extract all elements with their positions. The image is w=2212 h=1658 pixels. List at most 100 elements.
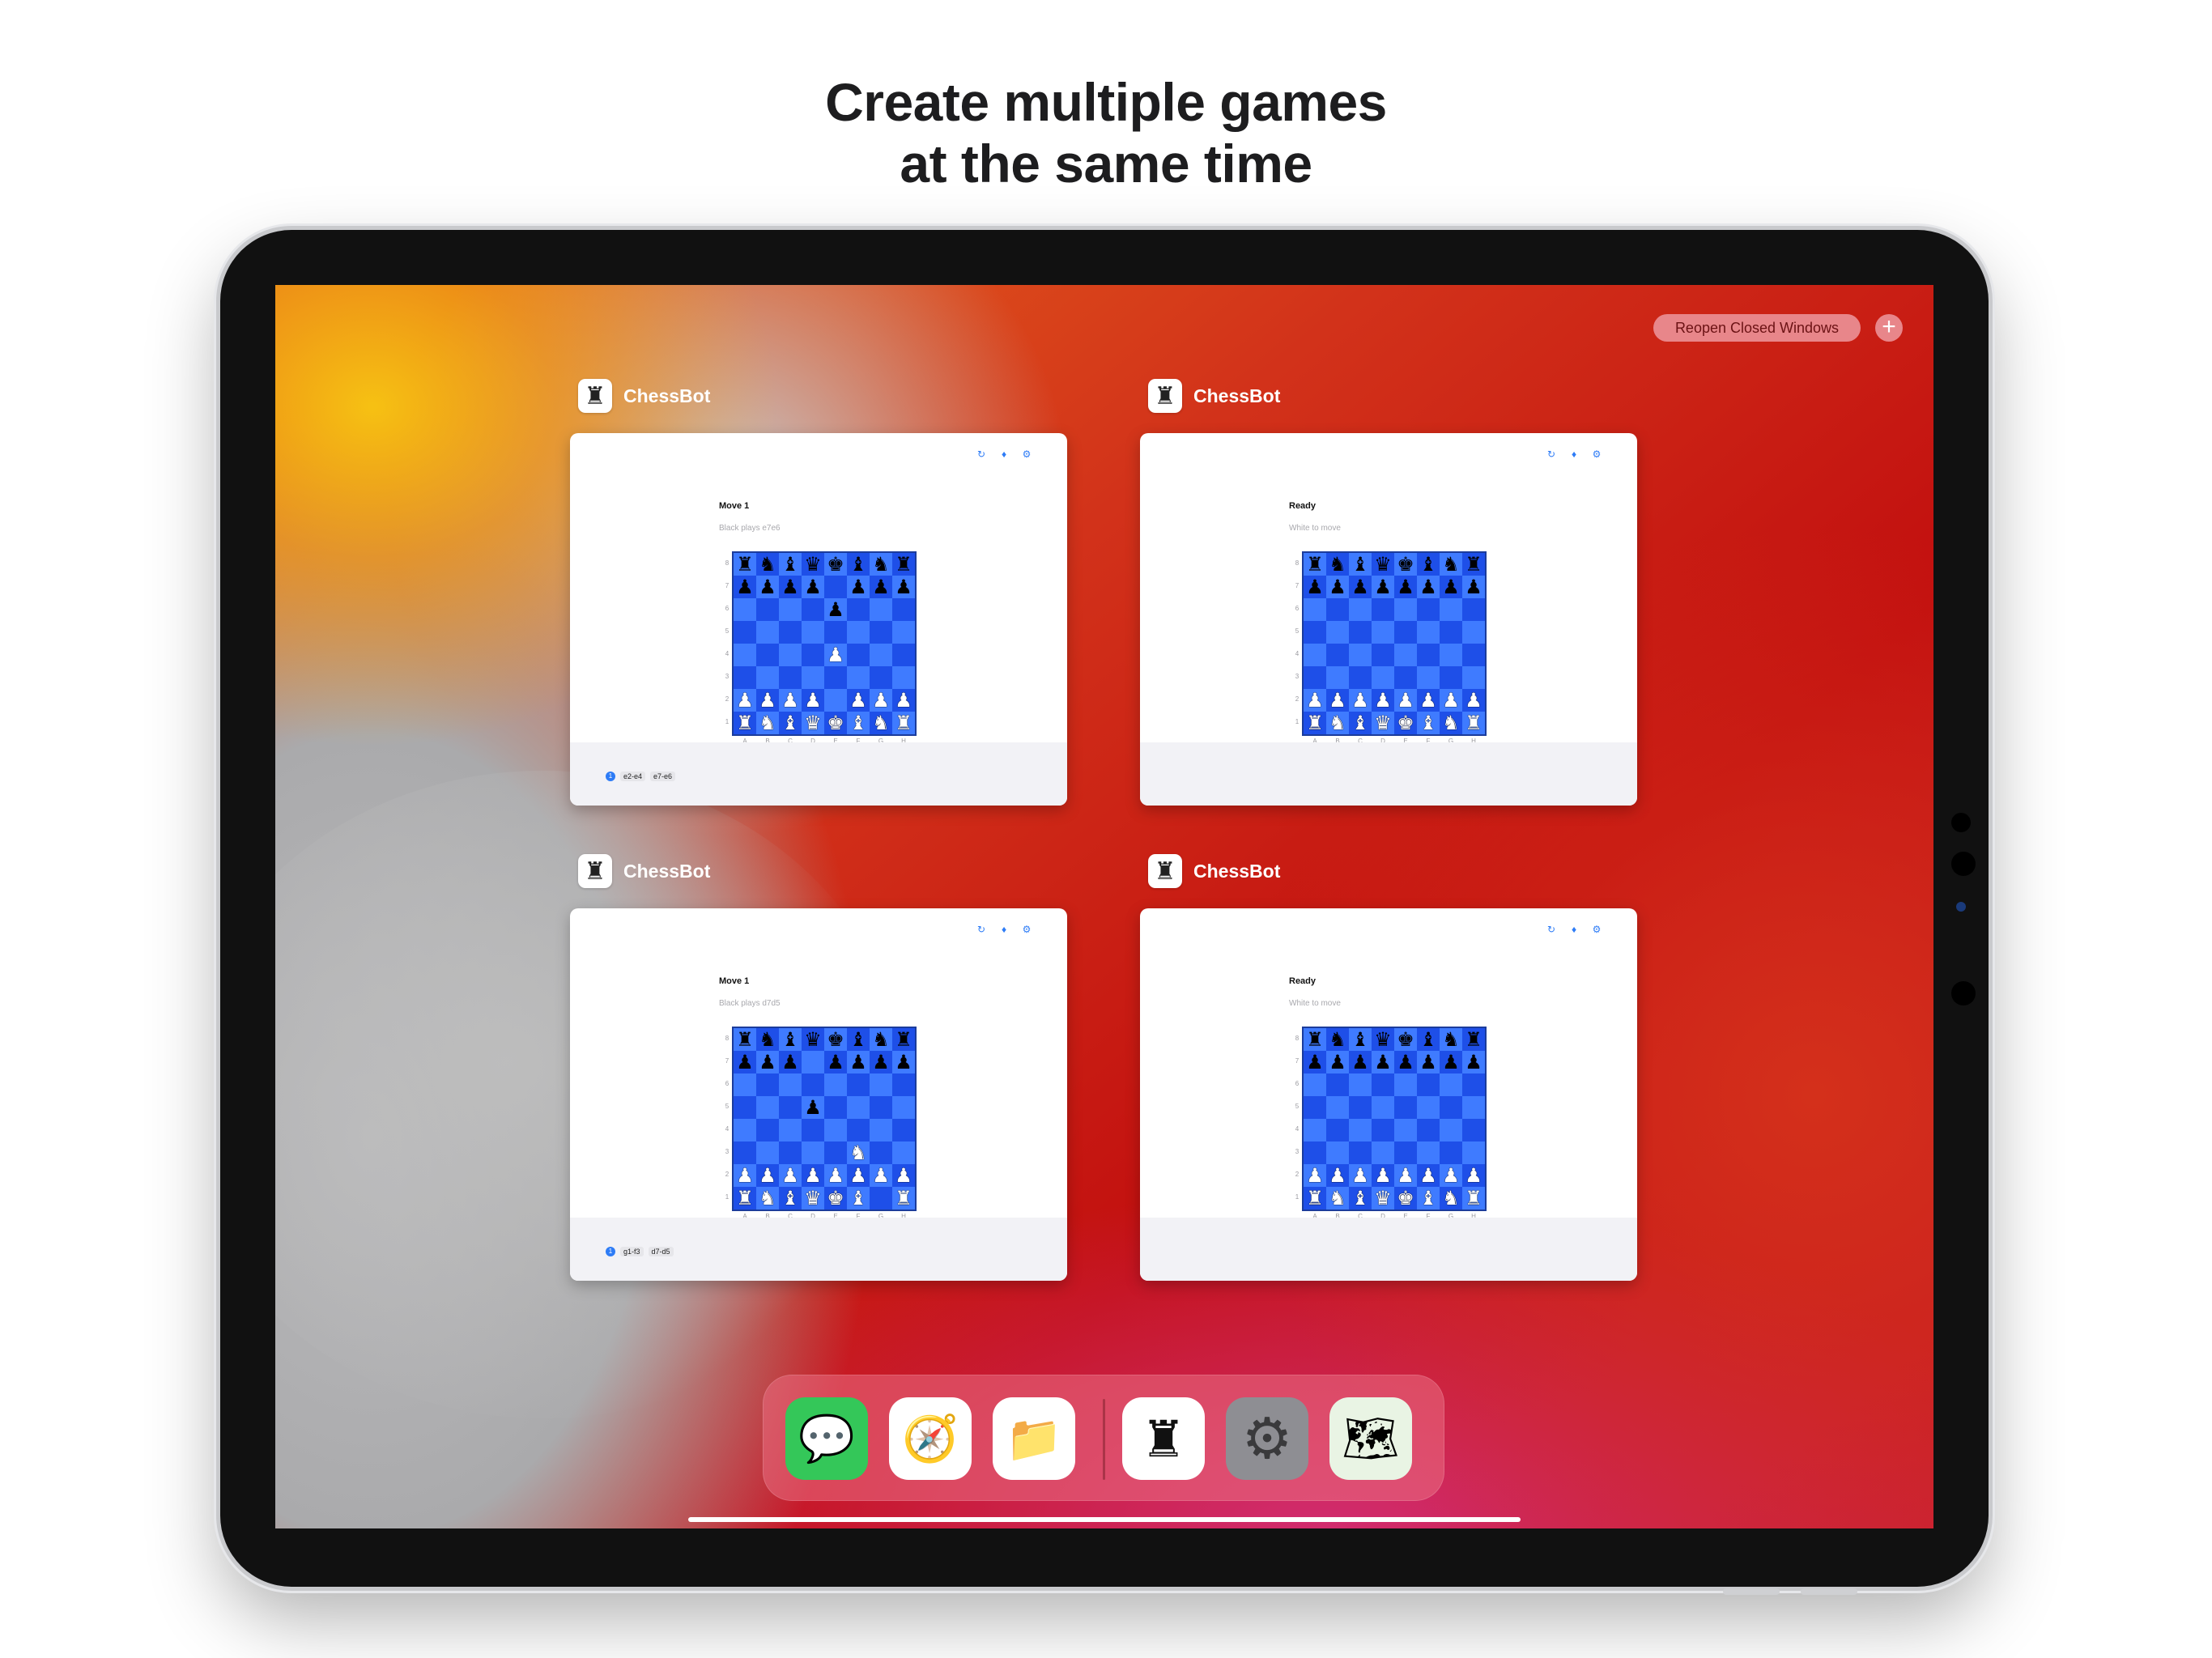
- chess-piece[interactable]: ♝: [1419, 1187, 1437, 1209]
- board-square[interactable]: ♞: [1326, 1187, 1349, 1209]
- window-header[interactable]: ♜ ChessBot: [1148, 378, 1280, 414]
- chess-piece[interactable]: ♞: [1329, 712, 1346, 734]
- board-square[interactable]: [1326, 1141, 1349, 1164]
- board-square[interactable]: [1394, 666, 1417, 689]
- board-square[interactable]: ♟: [1394, 576, 1417, 598]
- chess-piece[interactable]: ♟: [827, 1051, 844, 1073]
- board-square[interactable]: ♚: [824, 712, 847, 734]
- board-square[interactable]: ♜: [734, 712, 756, 734]
- board-square[interactable]: [779, 1119, 802, 1141]
- board-square[interactable]: ♟: [847, 1164, 870, 1187]
- hint-icon[interactable]: ♦: [1569, 449, 1579, 459]
- board-square[interactable]: ♟: [1349, 689, 1372, 712]
- hint-icon[interactable]: ♦: [999, 925, 1009, 934]
- board-square[interactable]: [779, 666, 802, 689]
- board-square[interactable]: [1372, 1096, 1394, 1119]
- chess-piece[interactable]: ♞: [759, 712, 776, 734]
- board-square[interactable]: [892, 1096, 915, 1119]
- chess-piece[interactable]: ♝: [1419, 712, 1437, 734]
- chess-piece[interactable]: ♛: [804, 553, 822, 576]
- board-square[interactable]: ♛: [1372, 1187, 1394, 1209]
- board-square[interactable]: ♞: [1440, 553, 1462, 576]
- board-square[interactable]: ♝: [847, 553, 870, 576]
- chess-piece[interactable]: ♛: [1374, 1187, 1392, 1209]
- board-square[interactable]: ♟: [1440, 1164, 1462, 1187]
- board-square[interactable]: [870, 1073, 892, 1096]
- board-square[interactable]: ♟: [1462, 1164, 1485, 1187]
- board-square[interactable]: ♟: [734, 689, 756, 712]
- chess-piece[interactable]: ♝: [1351, 1028, 1369, 1051]
- chess-piece[interactable]: ♜: [1306, 1187, 1324, 1209]
- board-square[interactable]: ♛: [802, 712, 824, 734]
- board-square[interactable]: ♝: [847, 1187, 870, 1209]
- chess-piece[interactable]: ♚: [827, 553, 844, 576]
- chess-piece[interactable]: ♟: [781, 689, 799, 712]
- board-square[interactable]: ♜: [1304, 1187, 1326, 1209]
- board-square[interactable]: [1372, 598, 1394, 621]
- chess-piece[interactable]: ♚: [827, 712, 844, 734]
- board-square[interactable]: [1349, 666, 1372, 689]
- chess-piece[interactable]: ♟: [849, 1051, 867, 1073]
- settings-gear-icon[interactable]: ⚙: [1592, 925, 1602, 934]
- chess-piece[interactable]: ♟: [804, 576, 822, 598]
- board-square[interactable]: ♚: [1394, 1187, 1417, 1209]
- chess-piece[interactable]: ♞: [872, 712, 890, 734]
- board-square[interactable]: ♟: [756, 1051, 779, 1073]
- board-square[interactable]: ♜: [734, 553, 756, 576]
- board-square[interactable]: ♞: [756, 712, 779, 734]
- board-square[interactable]: ♟: [1394, 689, 1417, 712]
- board-square[interactable]: ♞: [756, 1187, 779, 1209]
- chess-piece[interactable]: ♜: [1306, 1028, 1324, 1051]
- chess-piece[interactable]: ♞: [1442, 553, 1460, 576]
- board-square[interactable]: ♟: [870, 1051, 892, 1073]
- board-square[interactable]: [1417, 644, 1440, 666]
- board-square[interactable]: [756, 666, 779, 689]
- board-square[interactable]: ♟: [847, 576, 870, 598]
- board-square[interactable]: ♚: [824, 1187, 847, 1209]
- messages-icon[interactable]: 💬: [785, 1397, 868, 1480]
- chess-piece[interactable]: ♝: [849, 1187, 867, 1209]
- hint-icon[interactable]: ♦: [1569, 925, 1579, 934]
- chess-piece[interactable]: ♟: [1419, 689, 1437, 712]
- board-square[interactable]: ♚: [1394, 712, 1417, 734]
- chess-piece[interactable]: ♟: [1329, 1164, 1346, 1187]
- chess-piece[interactable]: ♟: [804, 689, 822, 712]
- board-square[interactable]: ♜: [1462, 712, 1485, 734]
- board-square[interactable]: [824, 621, 847, 644]
- chess-piece[interactable]: ♛: [1374, 712, 1392, 734]
- board-square[interactable]: [847, 644, 870, 666]
- chess-piece[interactable]: ♝: [849, 1028, 867, 1051]
- chess-piece[interactable]: ♝: [849, 553, 867, 576]
- board-square[interactable]: ♟: [1372, 1164, 1394, 1187]
- chess-piece[interactable]: ♜: [1465, 1187, 1482, 1209]
- board-square[interactable]: ♟: [1304, 1051, 1326, 1073]
- board-square[interactable]: [756, 598, 779, 621]
- board-square[interactable]: ♟: [1417, 576, 1440, 598]
- board-square[interactable]: ♜: [1462, 553, 1485, 576]
- board-square[interactable]: [824, 1119, 847, 1141]
- game-window[interactable]: ♜ ChessBot ↻ ♦ ⚙ Move 1 Black plays d7d5 8 7 6 5 4 3…: [570, 854, 1067, 1281]
- window-header[interactable]: ♜ ChessBot: [1148, 853, 1280, 889]
- board-square[interactable]: ♝: [1349, 712, 1372, 734]
- board-square[interactable]: ♛: [1372, 1028, 1394, 1051]
- board-square[interactable]: ♟: [802, 689, 824, 712]
- restart-icon[interactable]: ↻: [1546, 925, 1556, 934]
- board-square[interactable]: ♟: [1326, 1051, 1349, 1073]
- board-square[interactable]: [1372, 644, 1394, 666]
- board-square[interactable]: [802, 1141, 824, 1164]
- chess-piece[interactable]: ♟: [736, 1051, 754, 1073]
- board-square[interactable]: ♟: [824, 644, 847, 666]
- board-square[interactable]: ♜: [1304, 553, 1326, 576]
- chess-piece[interactable]: ♜: [1465, 553, 1482, 576]
- game-window[interactable]: ♜ ChessBot ↻ ♦ ⚙ Move 1 Black plays e7e6 8 7 6 5 4 3…: [570, 379, 1067, 806]
- board-square[interactable]: ♛: [802, 553, 824, 576]
- board-square[interactable]: [1304, 621, 1326, 644]
- board-square[interactable]: [802, 1119, 824, 1141]
- chess-piece[interactable]: ♟: [895, 689, 912, 712]
- board-square[interactable]: ♞: [870, 553, 892, 576]
- hint-icon[interactable]: ♦: [999, 449, 1009, 459]
- board-square[interactable]: ♝: [847, 1028, 870, 1051]
- board-square[interactable]: ♞: [1326, 1028, 1349, 1051]
- chess-piece[interactable]: ♟: [1397, 576, 1414, 598]
- board-square[interactable]: ♟: [892, 576, 915, 598]
